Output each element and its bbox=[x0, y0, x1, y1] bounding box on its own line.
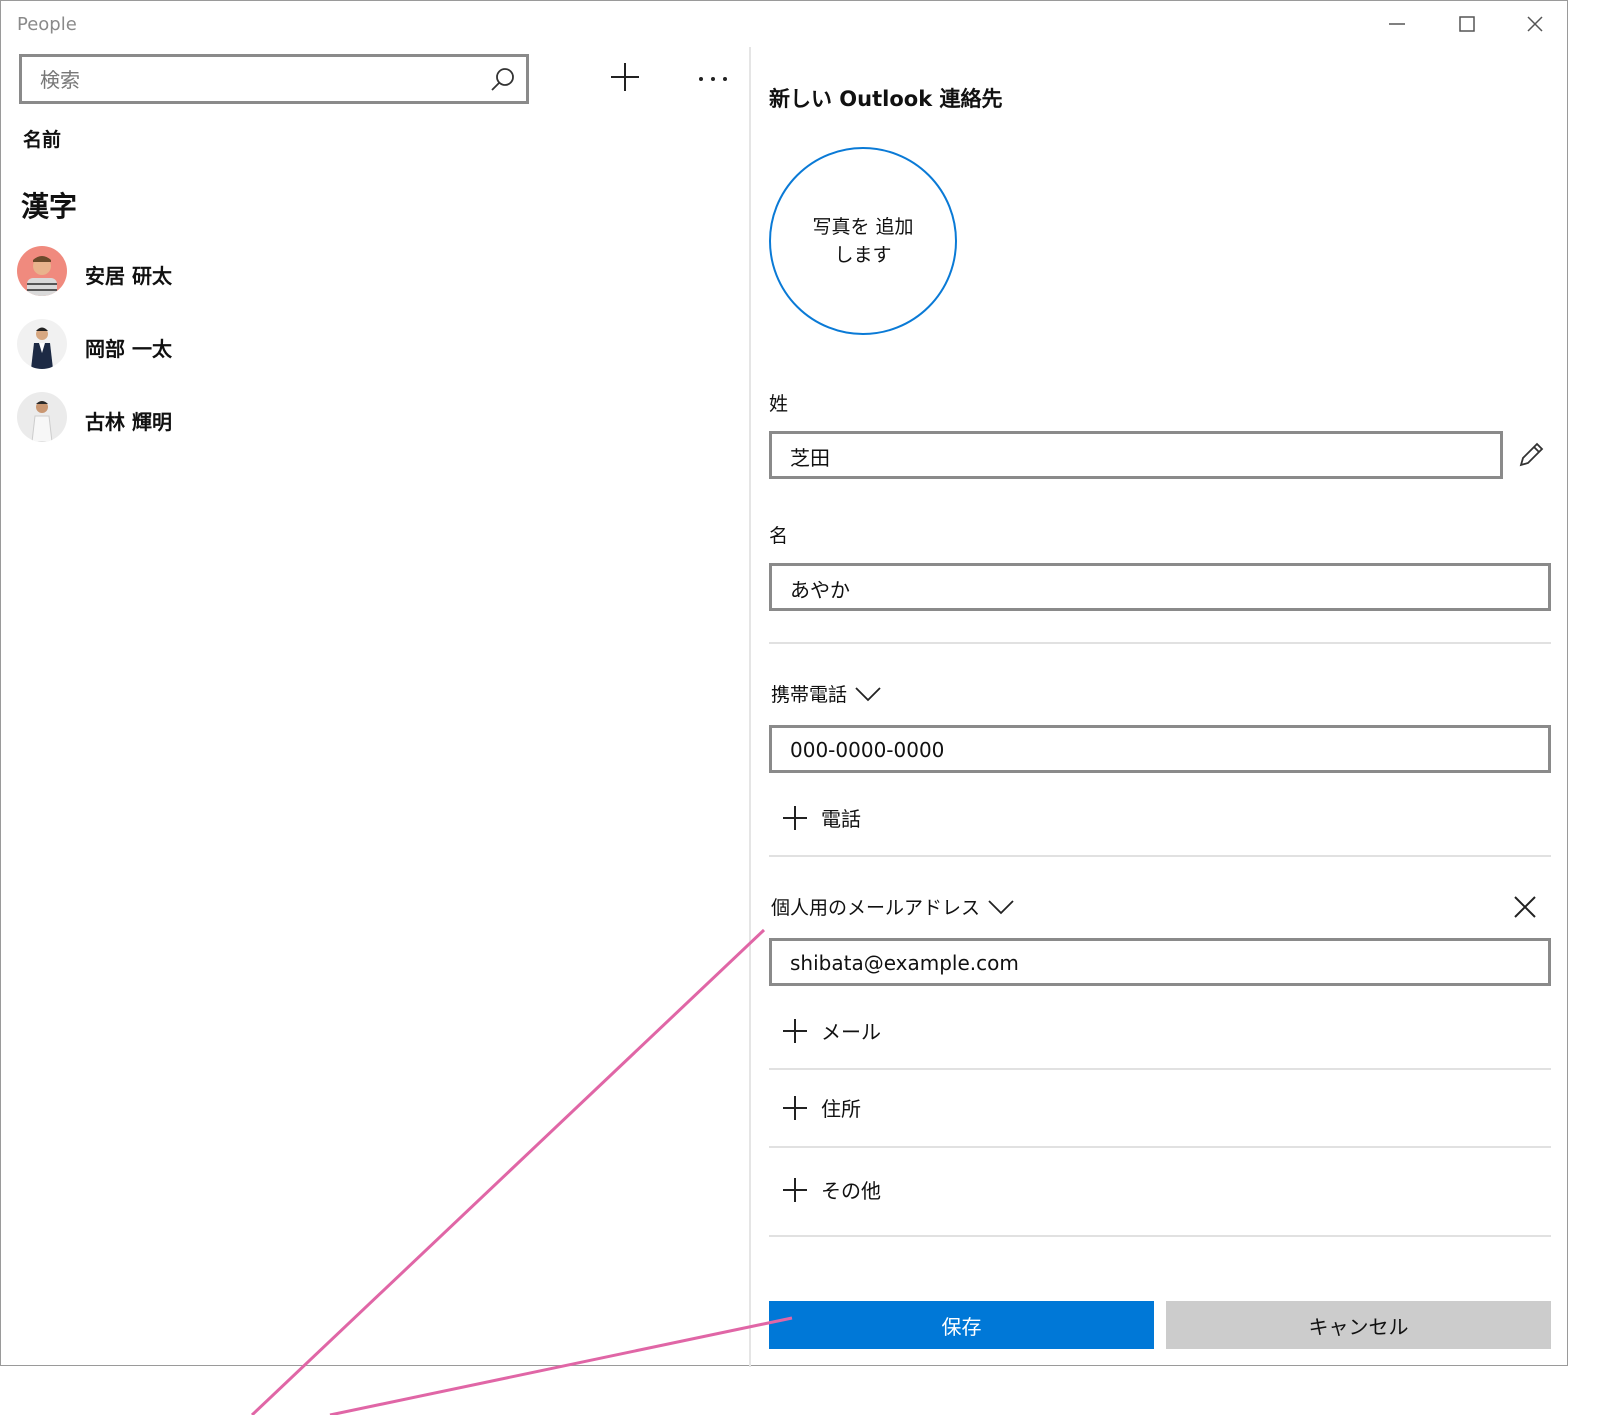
callout-line-email bbox=[250, 928, 766, 1415]
annotation-lines bbox=[250, 928, 793, 1415]
callout-line-save bbox=[329, 1316, 793, 1415]
